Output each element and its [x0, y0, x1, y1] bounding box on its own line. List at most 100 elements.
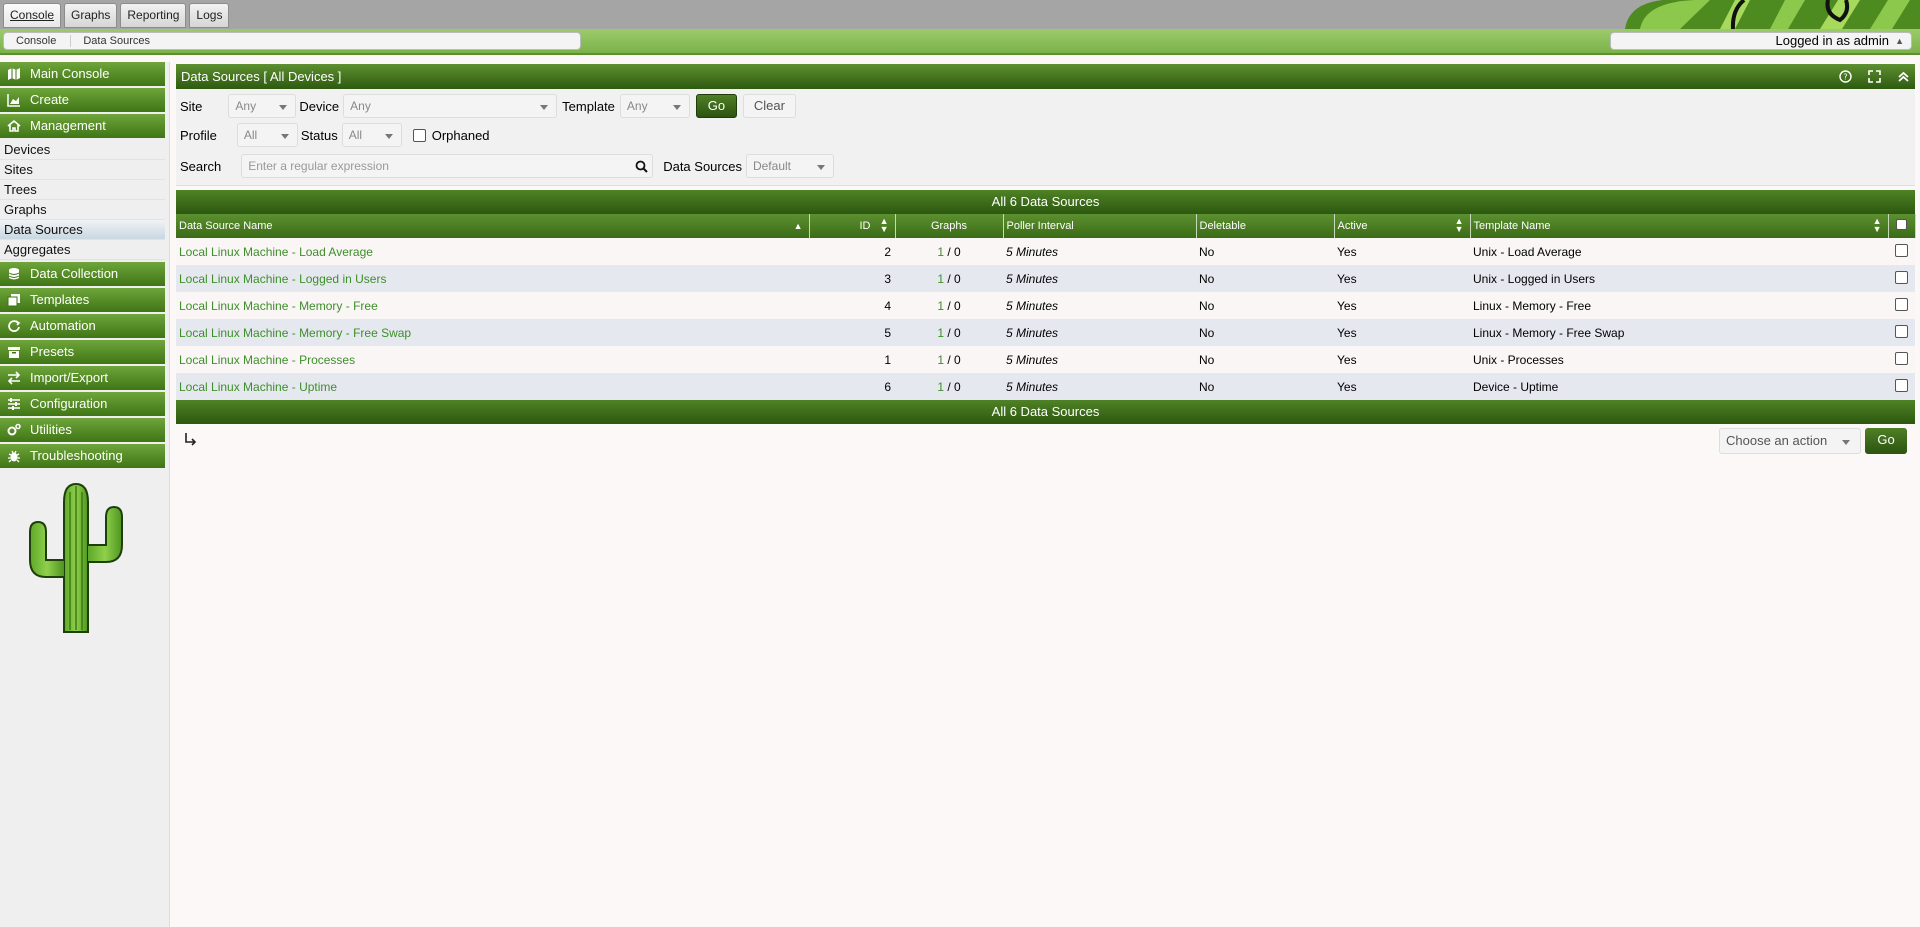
- sort-icon: ▲ ▼: [879, 216, 889, 234]
- graph-count-link[interactable]: 1: [937, 245, 944, 259]
- action-go-button[interactable]: Go: [1865, 428, 1907, 454]
- select-all-checkbox[interactable]: [1896, 219, 1907, 230]
- sidebar-item-create[interactable]: Create: [0, 88, 165, 112]
- graph-count-link[interactable]: 1: [937, 380, 944, 394]
- row-graphs: 1 / 0: [937, 352, 961, 367]
- sidebar-item-data-collection[interactable]: Data Collection: [0, 262, 165, 286]
- sync-icon: [8, 320, 21, 332]
- bug-icon: [8, 450, 20, 463]
- search-input[interactable]: Enter a regular expression: [241, 154, 654, 178]
- table-row[interactable]: Local Linux Machine - Processes 1 1 / 0 …: [176, 346, 1915, 373]
- row-name[interactable]: Local Linux Machine - Memory - Free Swap: [176, 319, 809, 346]
- profile-select[interactable]: All: [236, 123, 298, 147]
- sidebar-item-utilities[interactable]: Utilities: [0, 418, 165, 442]
- sidebar-item-label: Configuration: [30, 396, 108, 411]
- template-select[interactable]: Any: [619, 94, 690, 118]
- row-checkbox[interactable]: [1895, 378, 1908, 392]
- col-header-name[interactable]: Data Source Name ▲: [176, 214, 810, 238]
- search-placeholder: Enter a regular expression: [248, 159, 389, 173]
- expand-icon[interactable]: [1868, 70, 1881, 83]
- sidebar-subitem-aggregates[interactable]: Aggregates: [0, 240, 165, 260]
- cactus-logo: [29, 482, 123, 633]
- sidebar-item-label: Automation: [30, 318, 96, 333]
- row-checkbox[interactable]: [1895, 324, 1908, 338]
- col-header-active[interactable]: Active ▲ ▼: [1334, 214, 1471, 238]
- row-interval: 5 Minutes: [1006, 352, 1059, 367]
- search-icon[interactable]: [635, 160, 648, 173]
- col-header-id[interactable]: ID ▲ ▼: [809, 214, 896, 238]
- row-deletable: No: [1199, 325, 1215, 340]
- row-checkbox[interactable]: [1895, 297, 1908, 311]
- row-id: 5: [884, 325, 891, 340]
- table-row[interactable]: Local Linux Machine - Memory - Free 4 1 …: [176, 292, 1915, 319]
- table-row[interactable]: Local Linux Machine - Logged in Users 3 …: [176, 265, 1915, 292]
- row-name[interactable]: Local Linux Machine - Processes: [176, 346, 809, 373]
- data-sources-select[interactable]: Default: [745, 154, 834, 178]
- home-icon: [7, 119, 21, 132]
- row-checkbox[interactable]: [1895, 351, 1908, 365]
- sidebar-subitem-trees[interactable]: Trees: [0, 180, 165, 200]
- table-row[interactable]: Local Linux Machine - Memory - Free Swap…: [176, 319, 1915, 346]
- sidebar-subitem-graphs[interactable]: Graphs: [0, 200, 165, 220]
- row-name[interactable]: Local Linux Machine - Load Average: [176, 238, 809, 265]
- template-label: Template: [562, 98, 615, 114]
- sidebar-item-troubleshooting[interactable]: Troubleshooting: [0, 444, 165, 468]
- row-checkbox[interactable]: [1895, 270, 1908, 284]
- action-select[interactable]: Choose an action: [1719, 428, 1861, 454]
- clear-button[interactable]: Clear: [742, 94, 796, 118]
- breadcrumb-console[interactable]: Console: [4, 35, 72, 47]
- sidebar-item-main-console[interactable]: Main Console: [0, 62, 165, 86]
- go-button[interactable]: Go: [695, 94, 737, 118]
- page-title: Data Sources [ All Devices ]: [181, 69, 342, 84]
- sidebar-item-import-export[interactable]: Import/Export: [0, 366, 165, 390]
- sidebar-item-templates[interactable]: Templates: [0, 288, 165, 312]
- col-header-select-all[interactable]: [1888, 214, 1916, 238]
- graph-count-link[interactable]: 1: [937, 353, 944, 367]
- col-header-template-name[interactable]: Template Name ▲ ▼: [1470, 214, 1889, 238]
- row-id: 1: [884, 352, 891, 367]
- sidebar-item-configuration[interactable]: Configuration: [0, 392, 165, 416]
- device-label: Device: [299, 98, 340, 114]
- user-menu[interactable]: Logged in as admin ▲: [1610, 32, 1912, 50]
- row-template: Unix - Logged in Users: [1473, 271, 1596, 286]
- sidebar: Main Console Create Management Devices S…: [0, 62, 170, 927]
- sidebar-subitem-sites[interactable]: Sites: [0, 160, 165, 180]
- collapse-icon[interactable]: [1897, 70, 1910, 83]
- graph-count-link[interactable]: 1: [937, 326, 944, 340]
- help-icon[interactable]: ?: [1839, 70, 1852, 83]
- sidebar-item-label: Create: [30, 92, 70, 107]
- sidebar-item-presets[interactable]: Presets: [0, 340, 165, 364]
- row-name[interactable]: Local Linux Machine - Memory - Free: [176, 292, 809, 319]
- status-select[interactable]: All: [341, 123, 402, 147]
- sidebar-item-management[interactable]: Management: [0, 114, 165, 138]
- row-checkbox[interactable]: [1895, 243, 1908, 257]
- device-select[interactable]: Any: [343, 94, 558, 118]
- tab-console[interactable]: Console: [3, 3, 62, 28]
- table-row[interactable]: Local Linux Machine - Load Average 2 1 /…: [176, 238, 1915, 265]
- row-name[interactable]: Local Linux Machine - Uptime: [176, 373, 809, 400]
- row-name[interactable]: Local Linux Machine - Logged in Users: [176, 265, 809, 292]
- sidebar-subitem-data-sources[interactable]: Data Sources: [0, 220, 165, 240]
- tab-reporting[interactable]: Reporting: [120, 3, 187, 28]
- col-header-poller-interval: Poller Interval: [1003, 214, 1197, 238]
- breadcrumb-data-sources: Data Sources: [83, 35, 151, 47]
- main-tabs: Console Graphs Reporting Logs: [3, 3, 230, 28]
- row-active: Yes: [1337, 271, 1357, 286]
- graph-count-link[interactable]: 1: [937, 299, 944, 313]
- row-graphs: 1 / 0: [937, 325, 961, 340]
- tab-graphs[interactable]: Graphs: [64, 3, 118, 28]
- graph-count-link[interactable]: 1: [937, 272, 944, 286]
- site-select[interactable]: Any: [228, 94, 297, 118]
- row-id: 2: [884, 244, 891, 259]
- exchange-icon: [7, 371, 21, 385]
- orphaned-checkbox[interactable]: [412, 128, 426, 142]
- sort-icon: ▲ ▼: [1872, 216, 1882, 234]
- sidebar-item-label: Troubleshooting: [30, 448, 123, 463]
- user-label: Logged in as admin: [1775, 33, 1889, 48]
- sidebar-item-automation[interactable]: Automation: [0, 314, 165, 338]
- sidebar-subitem-devices[interactable]: Devices: [0, 140, 165, 160]
- table-row[interactable]: Local Linux Machine - Uptime 6 1 / 0 5 M…: [176, 373, 1915, 400]
- tab-logs[interactable]: Logs: [189, 3, 230, 28]
- chart-area-icon: [7, 94, 20, 107]
- sidebar-item-label: Utilities: [30, 422, 72, 437]
